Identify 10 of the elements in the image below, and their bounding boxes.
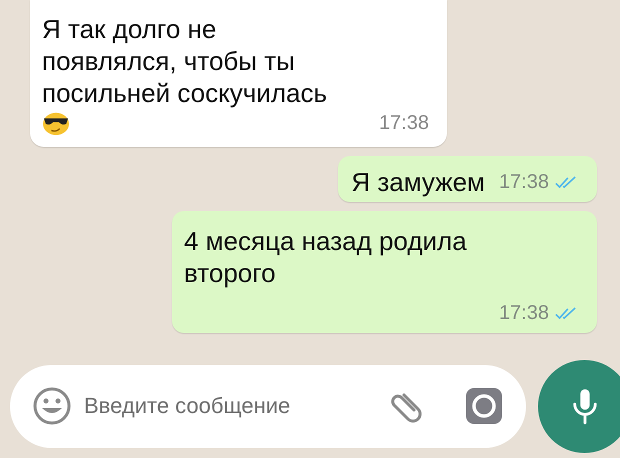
message-text: 4 месяца назад родила второго bbox=[184, 225, 468, 289]
message-text: Я замужем bbox=[351, 166, 485, 198]
emoji-icon[interactable] bbox=[32, 386, 72, 426]
message-time: 17:38 bbox=[498, 170, 549, 195]
message-time: 17:38 bbox=[498, 301, 549, 326]
microphone-icon bbox=[570, 387, 598, 425]
message-field[interactable]: Введите сообщение bbox=[82, 392, 374, 420]
camera-icon[interactable] bbox=[464, 386, 504, 426]
message-time: 17:38 bbox=[378, 111, 429, 136]
message-text: Я так долго не появлялся, чтобы ты посильней соскучилась bbox=[42, 13, 328, 109]
